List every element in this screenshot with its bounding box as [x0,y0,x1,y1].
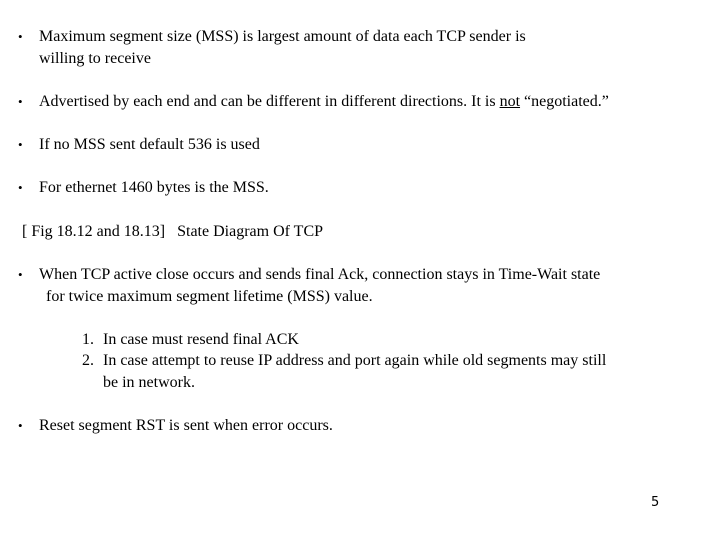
item-text-line2: be in network. [103,374,195,391]
bullet-reset-segment: • Reset segment RST is sent when error o… [18,415,708,437]
item-text: In case must resend final ACK [103,331,299,348]
item-text-line1: In case attempt to reuse IP address and … [103,352,607,369]
bullet-time-wait: • When TCP active close occurs and sends… [18,264,708,308]
bullet-mss-definition: • Maximum segment size (MSS) is largest … [18,26,708,70]
bullet-icon: • [18,180,23,195]
bullet-icon: • [18,29,23,44]
bullet-text-after: “negotiated.” [520,93,609,110]
figure-reference: [ Fig 18.12 and 18.13] State Diagram Of … [22,223,324,240]
bullet-ethernet-mss: • For ethernet 1460 bytes is the MSS. [18,177,708,199]
bullet-text-line1: When TCP active close occurs and sends f… [39,266,601,283]
numbered-item-2: 2. In case attempt to reuse IP address a… [82,350,692,394]
page-number: 5 [651,495,660,510]
bullet-text-line2: for twice maximum segment lifetime (MSS)… [46,288,373,305]
item-number: 2. [82,352,94,369]
bullet-text-line1: Maximum segment size (MSS) is largest am… [39,28,526,45]
bullet-icon: • [18,418,23,433]
numbered-item-1: 1. In case must resend final ACK [82,329,692,351]
bullet-text: Reset segment RST is sent when error occ… [39,417,333,434]
bullet-text-before: Advertised by each end and can be differ… [39,93,500,110]
bullet-icon: • [18,267,23,282]
bullet-icon: • [18,137,23,152]
bullet-default-mss: • If no MSS sent default 536 is used [18,134,708,156]
slide: • Maximum segment size (MSS) is largest … [0,0,720,540]
bullet-text-line2: willing to receive [39,50,151,67]
bullet-text: Advertised by each end and can be differ… [39,91,708,113]
emphasis-not: not [499,93,521,110]
bullet-advertised: • Advertised by each end and can be diff… [18,91,708,113]
bullet-icon: • [18,94,23,109]
item-number: 1. [82,331,94,348]
bullet-text: For ethernet 1460 bytes is the MSS. [39,179,269,196]
bullet-text: If no MSS sent default 536 is used [39,136,260,153]
